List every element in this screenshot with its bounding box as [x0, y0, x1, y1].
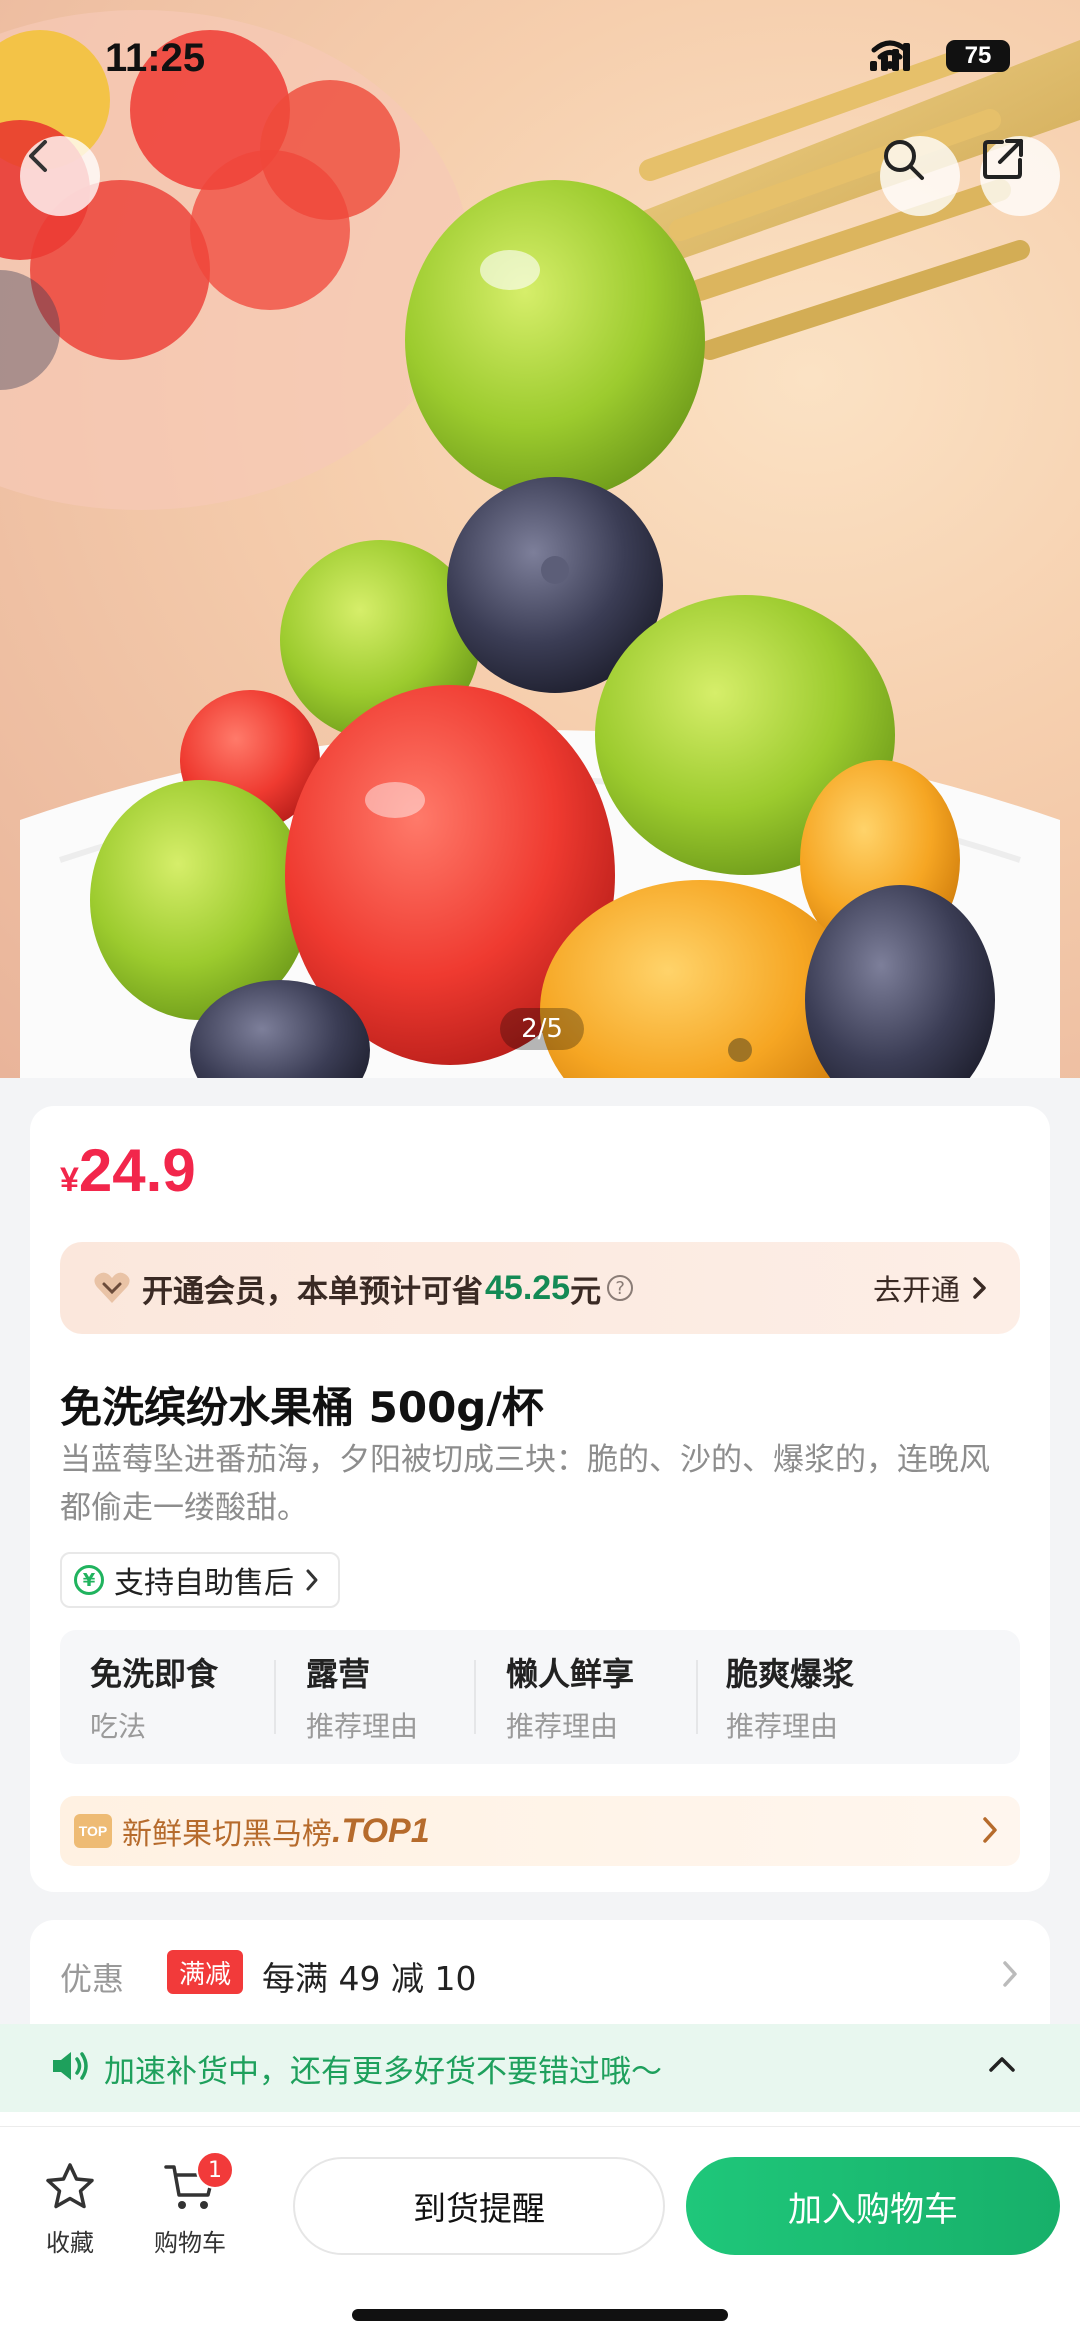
favorite-button[interactable]: 收藏 — [10, 2161, 130, 2258]
home-indicator — [352, 2309, 728, 2321]
product-info-card: ¥24.9 开通会员，本单预计可省 45.25 元 ? 去开通 免洗缤纷水果桶 … — [30, 1106, 1050, 1892]
product-title: 免洗缤纷水果桶 500g/杯 — [60, 1383, 544, 1432]
star-icon — [46, 2163, 94, 2209]
feature-title: 懒人鲜享 — [506, 1655, 635, 1693]
heart-icon — [92, 1268, 132, 1308]
ranking-position: .TOP1 — [332, 1811, 430, 1850]
feature-item: 免洗即食 吃法 — [60, 1630, 274, 1764]
ranking-text: 新鲜果切黑马榜 — [122, 1817, 332, 1852]
top-badge-icon: TOP — [74, 1814, 112, 1848]
bottom-action-bar: 收藏 1 购物车 到货提醒 加入购物车 — [0, 2126, 1080, 2337]
chevron-right-icon — [973, 1277, 986, 1299]
search-icon — [884, 140, 924, 180]
search-button[interactable] — [880, 136, 960, 216]
chevron-right-icon — [1003, 1961, 1017, 1987]
back-button[interactable] — [20, 136, 100, 216]
promo-text: 每满 49 减 10 — [262, 1959, 477, 1998]
status-bar: 11:25 75 — [0, 0, 1080, 120]
feature-title: 脆爽爆浆 — [726, 1655, 855, 1693]
promo-label: 优惠 — [60, 1960, 125, 1998]
after-sale-icon: ¥ — [74, 1565, 104, 1595]
help-icon[interactable]: ? — [607, 1275, 634, 1301]
ranking-bar[interactable]: TOP 新鲜果切黑马榜 .TOP1 — [60, 1796, 1020, 1866]
member-open-link[interactable]: 去开通 — [873, 1242, 990, 1334]
feature-title: 免洗即食 — [90, 1655, 219, 1693]
member-saving-amount: 45.25 — [485, 1268, 571, 1307]
feature-subtitle: 推荐理由 — [306, 1710, 419, 1743]
member-open-label: 去开通 — [872, 1273, 960, 1307]
battery-icon: 75 — [946, 40, 1010, 72]
chevron-right-icon — [306, 1569, 318, 1591]
promo-tag: 满减 — [167, 1950, 243, 1994]
restock-notice-bar[interactable]: 加速补货中，还有更多好货不要错过哦～ — [0, 2024, 1080, 2112]
feature-title: 露营 — [306, 1655, 371, 1693]
chevron-up-icon[interactable] — [986, 2052, 1018, 2076]
restock-text: 加速补货中，还有更多好货不要错过哦～ — [104, 2053, 662, 2090]
member-text: 开通会员，本单预计可省 — [142, 1273, 483, 1310]
price-currency: ¥ — [60, 1161, 79, 1199]
feature-item: 脆爽爆浆 推荐理由 — [696, 1630, 1020, 1764]
cart-button[interactable]: 1 购物车 — [130, 2151, 250, 2258]
favorite-label: 收藏 — [46, 2229, 94, 2257]
cart-label: 购物车 — [154, 2229, 226, 2257]
feature-subtitle: 推荐理由 — [506, 1710, 619, 1743]
status-time: 11:25 — [105, 36, 206, 80]
chevron-left-icon — [29, 140, 47, 172]
chevron-right-icon — [983, 1817, 997, 1843]
feature-list: 免洗即食 吃法 露营 推荐理由 懒人鲜享 推荐理由 脆爽爆浆 推荐理由 — [60, 1630, 1020, 1764]
feature-subtitle: 吃法 — [90, 1710, 147, 1743]
feature-item: 懒人鲜享 推荐理由 — [474, 1630, 696, 1764]
speaker-icon — [50, 2049, 90, 2087]
price: ¥24.9 — [60, 1136, 196, 1205]
product-description: 当蓝莓坠进番茄海，夕阳被切成三块：脆的、沙的、爆浆的，连晚风都偷走一缕酸甜。 — [60, 1442, 990, 1526]
member-unit: 元 — [570, 1273, 602, 1310]
arrival-reminder-button[interactable]: 到货提醒 — [293, 2157, 665, 2255]
cart-count-badge: 1 — [196, 2151, 234, 2189]
image-counter: 2/5 — [500, 1008, 584, 1050]
after-sale-tag[interactable]: ¥ 支持自助售后 — [60, 1552, 340, 1608]
price-value: 24.9 — [78, 1137, 196, 1204]
next-section-peek — [0, 2112, 1080, 2126]
product-image-carousel[interactable]: 11:25 75 2/5 — [0, 0, 1080, 1078]
feature-item: 露营 推荐理由 — [274, 1630, 474, 1764]
member-promo-bar[interactable]: 开通会员，本单预计可省 45.25 元 ? 去开通 — [60, 1242, 1020, 1334]
share-button[interactable] — [980, 136, 1060, 216]
add-to-cart-button[interactable]: 加入购物车 — [686, 2157, 1060, 2255]
after-sale-label: 支持自助售后 — [114, 1566, 294, 1601]
status-icons: 75 — [870, 40, 1010, 72]
share-icon — [983, 139, 1023, 179]
feature-subtitle: 推荐理由 — [726, 1710, 839, 1743]
